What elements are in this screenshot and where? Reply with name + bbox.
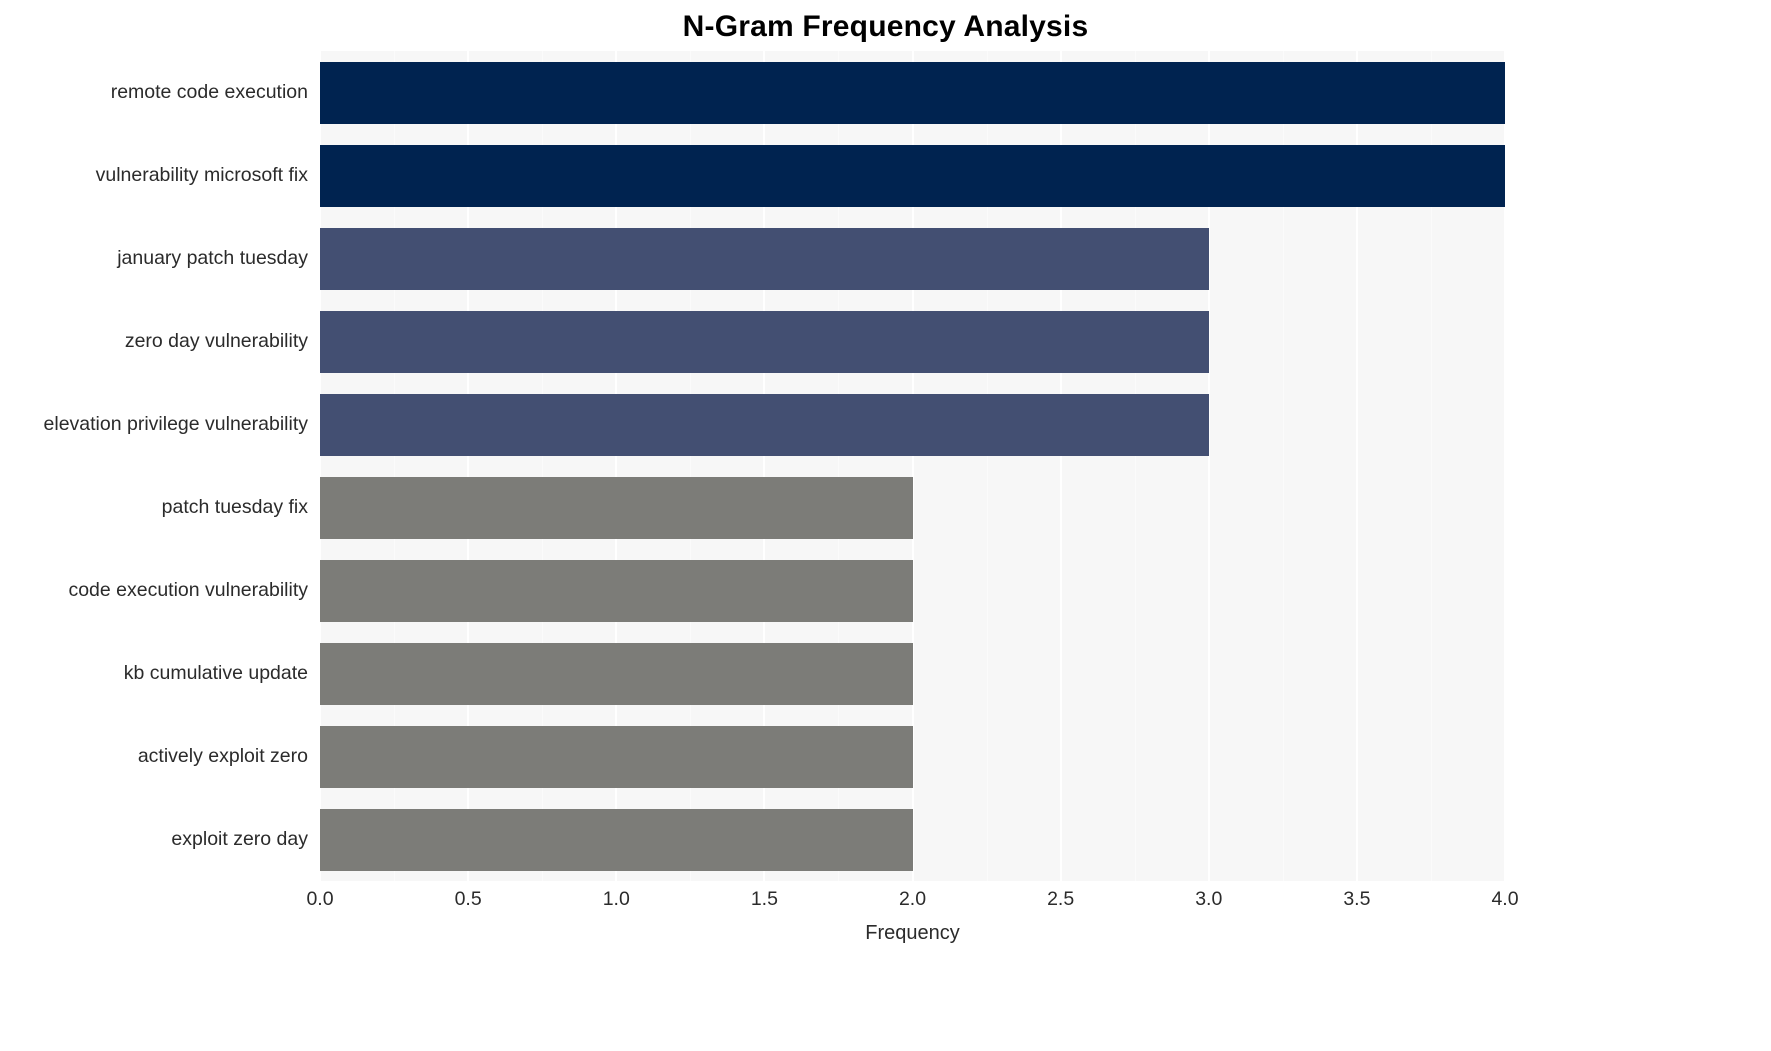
x-axis-tick-label: 2.0 (898, 888, 927, 910)
x-axis-tick-label: 4.0 (1491, 888, 1519, 910)
bar-series (320, 51, 1505, 881)
y-axis-tick-label: zero day vulnerability (124, 329, 308, 352)
x-axis-tick-label: 0.5 (454, 888, 482, 910)
y-axis-tick-label: vulnerability microsoft fix (95, 163, 308, 186)
y-axis-tick-label: kb cumulative update (123, 661, 308, 684)
y-axis-tick-label: actively exploit zero (137, 744, 308, 767)
x-axis-tick-labels: 0.0 0.5 1.0 1.5 2.0 2.5 3.0 3.5 4.0 (306, 888, 1518, 916)
page-title: N-Gram Frequency Analysis (682, 10, 1089, 43)
bar[interactable] (320, 310, 1209, 373)
x-axis-tick-label: 3.0 (1195, 888, 1223, 910)
x-axis-tick-label: 0.0 (306, 888, 334, 910)
bar[interactable] (320, 808, 913, 871)
x-axis-title: Frequency (865, 922, 960, 944)
bar[interactable] (320, 144, 1505, 207)
x-axis-tick-label: 1.0 (602, 888, 630, 910)
y-axis-tick-label: january patch tuesday (117, 246, 308, 269)
bar[interactable] (320, 725, 913, 788)
plot-area (320, 51, 1505, 881)
bar[interactable] (320, 559, 913, 622)
bar[interactable] (320, 476, 913, 539)
y-axis-tick-label: code execution vulnerability (68, 578, 308, 601)
bar[interactable] (320, 61, 1505, 124)
bar[interactable] (320, 227, 1209, 290)
x-axis-tick-label: 3.5 (1343, 888, 1371, 910)
bar[interactable] (320, 393, 1209, 456)
y-axis-tick-label: patch tuesday fix (161, 495, 308, 518)
y-axis-tick-label: exploit zero day (171, 827, 308, 850)
y-axis-tick-label: elevation privilege vulnerability (43, 412, 308, 435)
y-axis-tick-label: remote code execution (110, 80, 308, 103)
chart-figure: N-Gram Frequency Analysis remote code ex… (0, 0, 1771, 1051)
x-axis-tick-label: 2.5 (1047, 888, 1075, 910)
y-axis-tick-labels: remote code execution vulnerability micro… (0, 51, 308, 881)
bar[interactable] (320, 642, 913, 705)
x-axis-tick-label: 1.5 (750, 888, 778, 910)
